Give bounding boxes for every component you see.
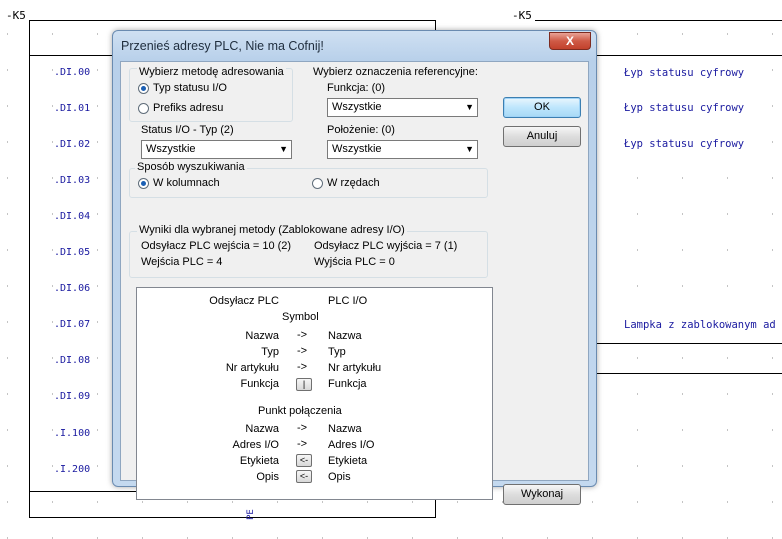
- mapping-right: Nr artykułu: [328, 362, 382, 374]
- mapping-col-right: PLC I/O: [328, 295, 368, 307]
- transfer-plc-addresses-dialog: Przenieś adresy PLC, Nie ma Cofnij! X Wy…: [112, 30, 597, 505]
- plc-address-label: .I.100: [54, 428, 91, 439]
- status-type-select[interactable]: Wszystkie ▼: [141, 140, 292, 159]
- mapping-left: Nr artykułu: [225, 362, 279, 374]
- mapping-right: Opis: [328, 471, 351, 483]
- mapping-left: Typ: [261, 346, 279, 358]
- mapping-left: Funkcja: [240, 378, 279, 390]
- status-type-label: Status I/O - Typ (2): [141, 124, 234, 136]
- mapping-right: Nazwa: [328, 330, 362, 342]
- ok-button[interactable]: OK: [503, 97, 581, 118]
- ref-group-label: Wybierz oznaczenia referencyjne:: [313, 66, 478, 78]
- arrow-right-icon: ->: [297, 361, 308, 373]
- cancel-button[interactable]: Anuluj: [503, 126, 581, 147]
- direction-toggle-button[interactable]: <-: [296, 454, 312, 467]
- mapping-right: Nazwa: [328, 423, 362, 435]
- method-radio-io-status[interactable]: [138, 83, 149, 94]
- symbol-header: Symbol: [282, 311, 319, 323]
- function-text: Łyp statusu cyfrowy: [624, 102, 745, 114]
- function-text: Łyp statusu cyfrowy: [624, 67, 745, 79]
- arrow-right-icon: ->: [297, 438, 308, 450]
- position-filter-value: Wszystkie: [332, 143, 382, 155]
- plc-address-label: .DI.07: [54, 319, 91, 330]
- plc-address-label: .DI.05: [54, 247, 91, 258]
- results-group: [129, 231, 488, 278]
- mapping-left: Etykieta: [239, 455, 279, 467]
- method-option-label[interactable]: Typ statusu I/O: [153, 82, 227, 94]
- search-radio-columns[interactable]: [138, 178, 149, 189]
- arrow-right-icon: ->: [297, 329, 308, 341]
- method-radio-address-prefix[interactable]: [138, 103, 149, 114]
- search-group-label: Sposób wyszukiwania: [135, 161, 247, 173]
- pe-label: PE: [246, 509, 256, 520]
- function-text: Lampka z zablokowanym ad: [624, 319, 776, 331]
- chevron-down-icon: ▼: [465, 102, 474, 112]
- connection-point-header: Punkt połączenia: [258, 405, 342, 417]
- mapping-right: Etykieta: [328, 455, 368, 467]
- search-option-label[interactable]: W rzędach: [327, 177, 380, 189]
- mapping-right: Adres I/O: [328, 439, 375, 451]
- mapping-preview-panel: Odsyłacz PLC PLC I/O Symbol Nazwa -> Naz…: [136, 287, 493, 500]
- direction-toggle-button[interactable]: <-: [296, 470, 312, 483]
- position-filter-select[interactable]: Wszystkie ▼: [327, 140, 478, 159]
- mapping-right: Funkcja: [328, 378, 367, 390]
- execute-button[interactable]: Wykonaj: [503, 484, 581, 505]
- plc-address-label: .DI.00: [54, 67, 91, 78]
- status-type-value: Wszystkie: [146, 143, 196, 155]
- result-plc-outputs: Wyjścia PLC = 0: [314, 256, 395, 268]
- plc-address-label: .DI.02: [54, 139, 91, 150]
- chevron-down-icon: ▼: [465, 144, 474, 154]
- function-filter-label: Funkcja: (0): [327, 82, 386, 94]
- plc-address-label: .DI.09: [54, 391, 91, 402]
- search-option-label[interactable]: W kolumnach: [153, 177, 220, 189]
- function-filter-value: Wszystkie: [332, 101, 382, 113]
- function-text: Łyp statusu cyfrowy: [624, 138, 745, 150]
- mapping-right: Typ: [328, 346, 346, 358]
- direction-toggle-button[interactable]: |: [296, 378, 312, 391]
- mapping-left: Opis: [256, 471, 279, 483]
- method-option-label[interactable]: Prefiks adresu: [153, 102, 223, 114]
- plc-address-label: .I.200: [54, 464, 91, 475]
- frame-line: [29, 517, 436, 518]
- dialog-client-area: Wybierz metodę adresowania Typ statusu I…: [120, 61, 589, 505]
- frame-line: [595, 343, 782, 344]
- frame-line: [29, 20, 436, 21]
- method-group-label: Wybierz metodę adresowania: [137, 66, 286, 78]
- mapping-left: Adres I/O: [232, 439, 279, 451]
- close-icon: X: [565, 34, 574, 48]
- plc-address-label: .DI.03: [54, 175, 91, 186]
- frame-line: [595, 55, 782, 56]
- mapping-col-left: Odsyłacz PLC: [209, 295, 279, 307]
- position-filter-label: Położenie: (0): [327, 124, 395, 136]
- plc-address-label: .DI.04: [54, 211, 91, 222]
- function-filter-select[interactable]: Wszystkie ▼: [327, 98, 478, 117]
- mapping-left: Nazwa: [245, 423, 279, 435]
- frame-line: [535, 20, 782, 21]
- close-button[interactable]: X: [549, 32, 591, 50]
- chevron-down-icon: ▼: [279, 144, 288, 154]
- frame-line: [595, 373, 782, 374]
- search-radio-rows[interactable]: [312, 178, 323, 189]
- result-plc-out-ref: Odsyłacz PLC wyjścia = 7 (1): [314, 240, 458, 252]
- result-plc-in-ref: Odsyłacz PLC wejścia = 10 (2): [141, 240, 292, 252]
- plc-address-label: .DI.08: [54, 355, 91, 366]
- plc-address-label: .DI.06: [54, 283, 91, 294]
- device-label-left: -K5: [6, 9, 26, 22]
- result-plc-inputs: Wejścia PLC = 4: [141, 256, 223, 268]
- arrow-right-icon: ->: [297, 345, 308, 357]
- mapping-left: Nazwa: [245, 330, 279, 342]
- frame-line: [29, 20, 30, 518]
- device-label-right: -K5: [512, 9, 532, 22]
- arrow-right-icon: ->: [297, 422, 308, 434]
- plc-address-label: .DI.01: [54, 103, 91, 114]
- dialog-title: Przenieś adresy PLC, Nie ma Cofnij!: [121, 39, 324, 53]
- results-group-label: Wyniki dla wybranej metody (Zablokowane …: [137, 224, 407, 236]
